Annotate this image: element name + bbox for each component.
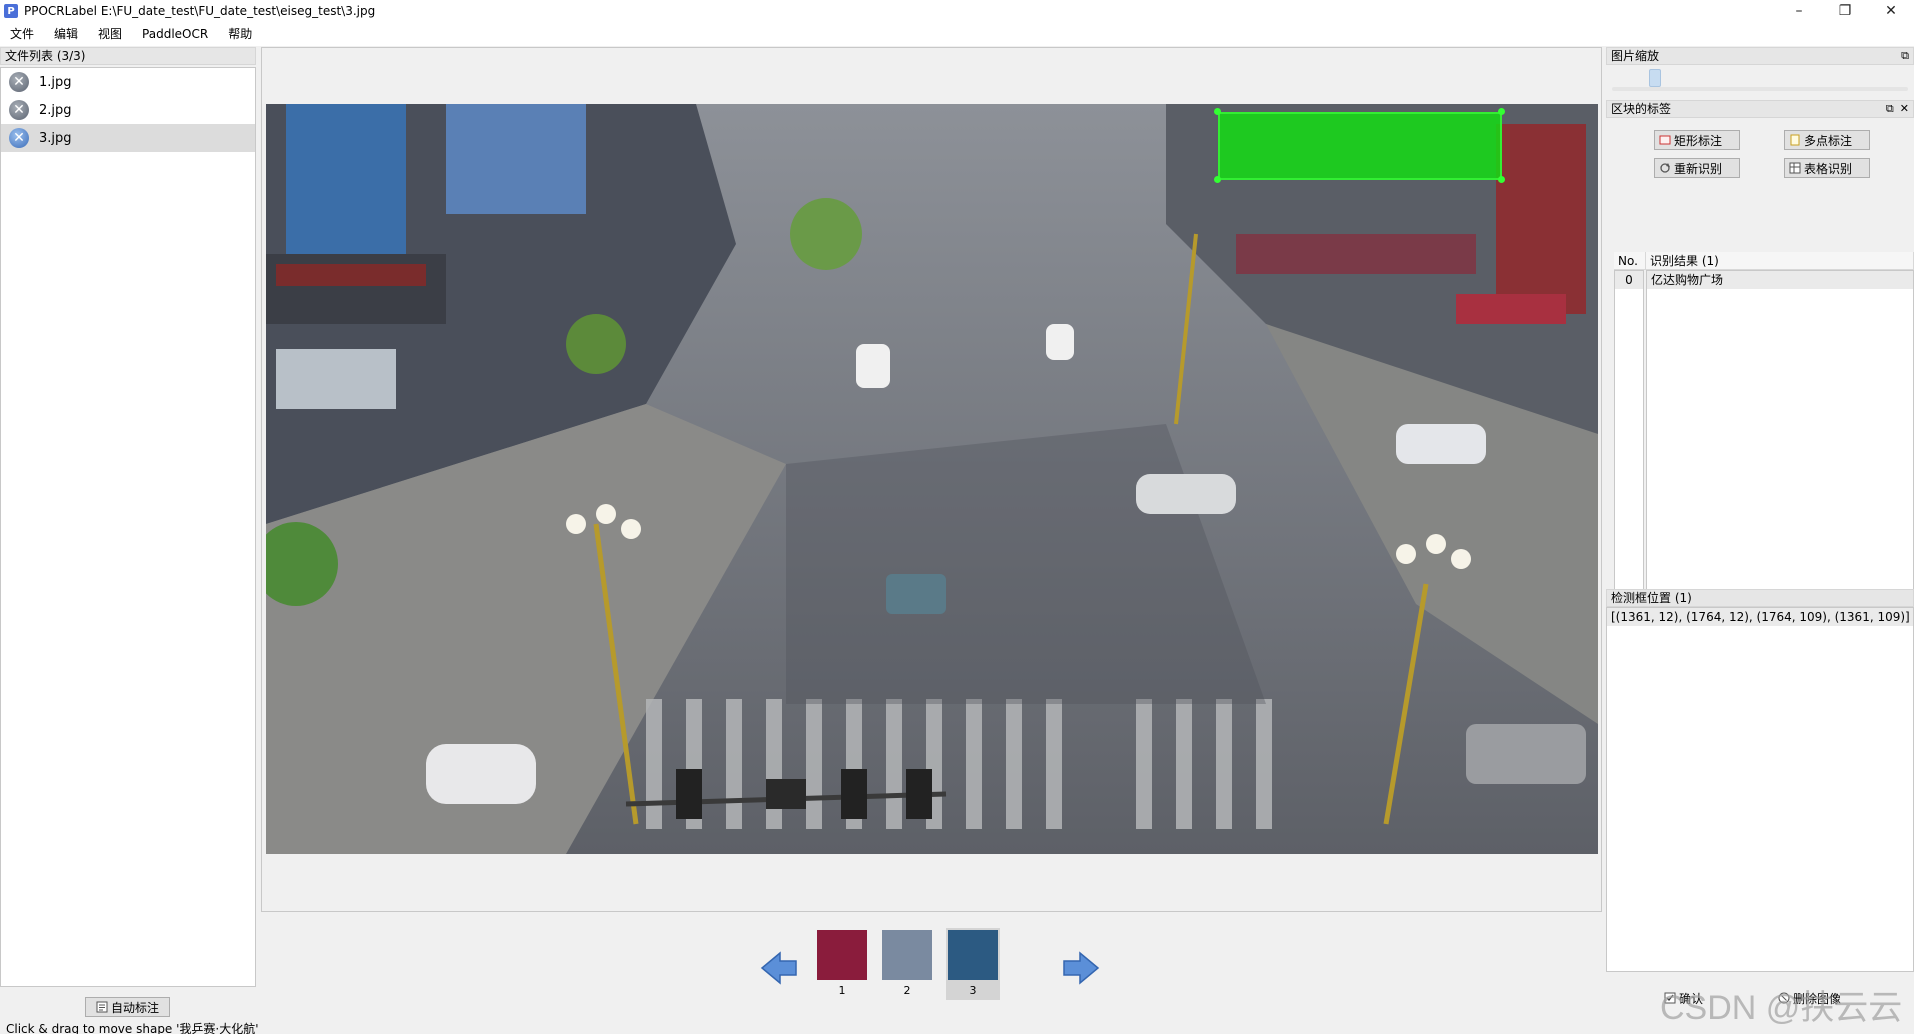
right-panel: 图片缩放 ⧉ 区块的标签 ⧉ ✕ 矩形标注 多点标注 重新识别 表格识别 No.… [1606,47,1914,972]
rect-label-text: 矩形标注 [1674,133,1723,148]
file-list-title: 文件列表 (3/3) [0,47,256,65]
next-image-arrow-icon[interactable] [1062,950,1100,986]
bbox-handle[interactable] [1214,108,1221,115]
result-column: 亿达购物广场 [1646,270,1914,618]
thumbnail-2[interactable]: 2 [880,928,934,1000]
thumbnail-image [817,930,867,980]
menu-edit[interactable]: 编辑 [44,22,88,46]
unchecked-icon: ✕ [9,72,29,92]
bbox-handle[interactable] [1214,176,1221,183]
poly-label-button[interactable]: 多点标注 [1784,130,1870,150]
poly-label-text: 多点标注 [1804,133,1853,148]
row-index[interactable]: 0 [1615,271,1643,289]
auto-label-label: 自动标注 [110,1000,159,1015]
document-icon [96,1001,108,1013]
col-header-no[interactable]: No. [1614,252,1646,269]
close-icon[interactable]: ✕ [1900,101,1909,117]
thumbnail-image [948,930,998,980]
table-header: No. 识别结果 (1) [1614,252,1914,270]
file-name: 1.jpg [39,74,72,90]
thumbnail-label: 1 [838,984,846,997]
bbox-handle[interactable] [1498,108,1505,115]
menu-help[interactable]: 帮助 [218,22,262,46]
title-bar: P PPOCRLabel E:\FU_date_test\FU_date_tes… [0,0,1914,22]
recognition-result-cell[interactable]: 亿达购物广场 [1647,271,1913,289]
street-photo[interactable] [266,104,1598,854]
thumbnail-label: 3 [969,984,977,997]
minimize-button[interactable]: – [1776,0,1822,22]
position-dock: 检测框位置 (1) [(1361, 12), (1764, 12), (1764… [1606,589,1914,972]
image-canvas[interactable] [261,47,1602,912]
file-list-title-text: 文件列表 (3/3) [5,49,86,63]
auto-label-button[interactable]: 自动标注 [85,997,170,1017]
menu-view[interactable]: 视图 [88,22,132,46]
file-name: 3.jpg [39,130,72,146]
thumbnail-image [882,930,932,980]
bbox-handle[interactable] [1498,176,1505,183]
index-column: 0 [1614,270,1644,618]
rectangle-icon [1659,135,1671,145]
position-title-text: 检测框位置 (1) [1611,591,1692,605]
thumbnail-3[interactable]: 3 [946,928,1000,1000]
file-list-dock: 文件列表 (3/3) ✕ 1.jpg ✕ 2.jpg ✕ 3.jpg [0,47,256,987]
re-recognize-button[interactable]: 重新识别 [1654,158,1740,178]
float-icon[interactable]: ⧉ [1901,48,1909,64]
menu-paddleocr[interactable]: PaddleOCR [132,22,218,46]
window-title: PPOCRLabel E:\FU_date_test\FU_date_test\… [24,4,376,18]
file-item-3[interactable]: ✕ 3.jpg [1,124,255,152]
zoom-slider-track[interactable] [1612,87,1908,91]
zoom-dock-title: 图片缩放 ⧉ [1606,47,1914,65]
labels-dock-title: 区块的标签 ⧉ ✕ [1606,100,1914,118]
table-recognize-text: 表格识别 [1804,161,1853,176]
file-item-1[interactable]: ✕ 1.jpg [1,68,255,96]
menu-file[interactable]: 文件 [0,22,44,46]
file-list[interactable]: ✕ 1.jpg ✕ 2.jpg ✕ 3.jpg [0,67,256,987]
menu-bar: 文件 编辑 视图 PaddleOCR 帮助 [0,22,1914,46]
unchecked-icon: ✕ [9,100,29,120]
csdn-watermark: CSDN @扶云云 [1660,989,1903,1027]
re-recognize-text: 重新识别 [1674,161,1723,176]
status-bar-text: Click & drag to move shape '我乒赛·大化航' [6,1022,259,1034]
table-recognize-button[interactable]: 表格识别 [1784,158,1870,178]
table-icon [1789,162,1801,174]
thumbnail-label: 2 [903,984,911,997]
prev-image-arrow-icon[interactable] [760,950,798,986]
position-list[interactable]: [(1361, 12), (1764, 12), (1764, 109), (1… [1606,607,1914,972]
restore-button[interactable]: ❐ [1822,0,1868,22]
zoom-dock: 图片缩放 ⧉ [1606,47,1914,95]
file-item-2[interactable]: ✕ 2.jpg [1,96,255,124]
unchecked-icon: ✕ [9,128,29,148]
text-bounding-box[interactable] [1218,112,1502,180]
app-icon: P [4,4,18,18]
thumbnail-1[interactable]: 1 [815,928,869,1000]
refresh-icon [1660,163,1670,173]
street-scene-image [266,104,1598,854]
file-name: 2.jpg [39,102,72,118]
col-header-result[interactable]: 识别结果 (1) [1646,252,1914,269]
zoom-slider-thumb[interactable] [1648,69,1661,87]
zoom-title-text: 图片缩放 [1611,49,1660,63]
labels-title-text: 区块的标签 [1611,102,1672,116]
page-icon [1790,134,1800,146]
recognition-table[interactable]: No. 识别结果 (1) 0 亿达购物广场 [1614,252,1914,618]
float-icon[interactable]: ⧉ [1886,101,1894,117]
close-button[interactable]: ✕ [1868,0,1914,22]
position-dock-title: 检测框位置 (1) [1606,589,1914,607]
position-item[interactable]: [(1361, 12), (1764, 12), (1764, 109), (1… [1607,608,1913,626]
labels-dock: 区块的标签 ⧉ ✕ 矩形标注 多点标注 重新识别 表格识别 No. 识别结果 (1… [1606,100,1914,620]
rect-label-button[interactable]: 矩形标注 [1654,130,1740,150]
